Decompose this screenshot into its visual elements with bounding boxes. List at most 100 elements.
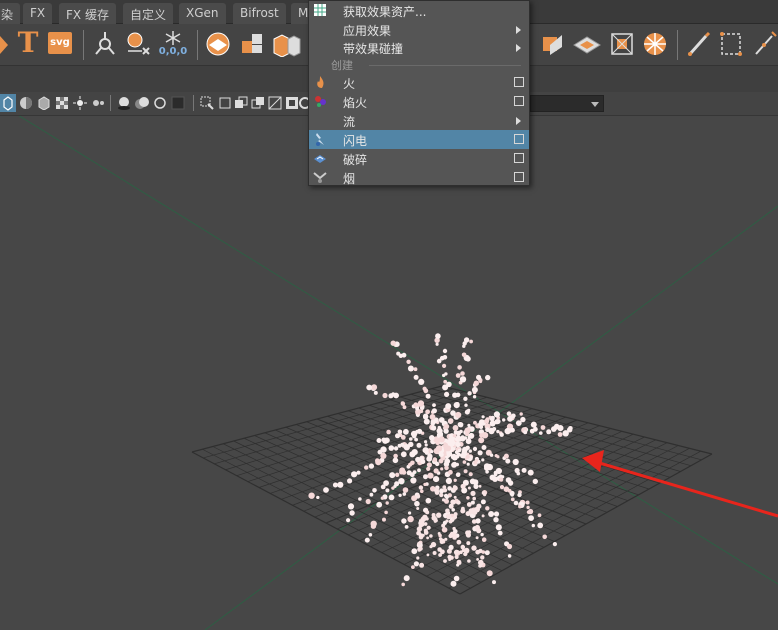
particle xyxy=(470,490,476,496)
bounding-box-icon[interactable] xyxy=(609,31,635,57)
particle xyxy=(463,469,468,474)
particle xyxy=(332,482,338,488)
particle xyxy=(440,467,444,471)
particle xyxy=(499,485,505,490)
camera-dropdown[interactable] xyxy=(530,95,604,112)
sphere-disc-icon[interactable] xyxy=(205,31,231,57)
sphere-grid-icon[interactable] xyxy=(641,30,669,58)
wireframe-cube-icon[interactable] xyxy=(0,94,16,112)
boxes-icon[interactable] xyxy=(272,31,302,57)
menu-item-get-effects-asset[interactable]: 获取效果资产... xyxy=(309,1,529,20)
particle xyxy=(452,425,459,431)
particle xyxy=(390,340,396,346)
snap-tool-icon[interactable] xyxy=(124,30,152,58)
particle xyxy=(400,401,405,406)
particle xyxy=(478,484,482,488)
ep-curve-icon[interactable] xyxy=(719,30,745,58)
submenu-arrow-icon xyxy=(516,26,521,34)
particle xyxy=(409,437,413,441)
option-box-icon[interactable] xyxy=(514,172,524,182)
smooth-shade-icon[interactable] xyxy=(19,96,33,110)
shadows-icon[interactable] xyxy=(117,96,131,110)
isolate-select-icon[interactable] xyxy=(200,96,214,110)
particle xyxy=(466,502,472,507)
particle xyxy=(423,530,429,535)
menu-item-fire[interactable]: 火 xyxy=(309,73,529,92)
shaded-cube-icon[interactable] xyxy=(37,96,51,110)
particle xyxy=(497,530,503,536)
menu-item-effects-collision[interactable]: 带效果碰撞 xyxy=(309,38,529,57)
menu-item-smoke[interactable]: 烟 xyxy=(309,168,529,185)
scene-canvas[interactable] xyxy=(0,116,778,630)
toolbar-separator xyxy=(193,95,194,111)
light-icon[interactable] xyxy=(73,96,87,110)
all-lights-icon[interactable] xyxy=(91,96,105,110)
particle xyxy=(435,342,439,346)
particle xyxy=(349,510,355,516)
locator-tool-icon[interactable] xyxy=(93,30,117,58)
particle xyxy=(446,548,452,554)
menu-item-shatter[interactable]: 破碎 xyxy=(309,149,529,168)
xray-joints-icon[interactable] xyxy=(234,96,248,110)
svg-tool-icon[interactable]: svg xyxy=(48,32,72,54)
layered-plane-icon[interactable] xyxy=(572,33,602,55)
menu-item-label: 焰火 xyxy=(343,96,368,110)
bezier-curve-icon[interactable] xyxy=(752,30,778,58)
text-tool-icon[interactable]: T xyxy=(15,27,41,59)
option-box-icon[interactable] xyxy=(514,153,524,163)
particle xyxy=(466,462,470,466)
particle xyxy=(454,554,459,560)
antialias-icon[interactable] xyxy=(171,96,185,110)
hud-toggle-icon[interactable] xyxy=(285,96,299,110)
particle xyxy=(436,512,442,518)
menu-item-apply-effects[interactable]: 应用效果 xyxy=(309,20,529,39)
particle xyxy=(478,379,483,384)
shelf-partial-icon[interactable] xyxy=(0,32,10,58)
shelf-tab-label: XGen xyxy=(186,6,219,20)
backface-icon[interactable] xyxy=(268,96,282,110)
shelf-tab-rendering[interactable]: 染 xyxy=(0,3,21,24)
particle xyxy=(453,515,458,519)
option-box-icon[interactable] xyxy=(514,77,524,87)
xray-components-icon[interactable] xyxy=(251,96,265,110)
blocks-icon[interactable] xyxy=(240,31,266,57)
particle xyxy=(495,524,502,531)
particle xyxy=(447,554,453,560)
textured-icon[interactable] xyxy=(55,96,69,110)
particle xyxy=(480,555,485,560)
particle xyxy=(427,472,434,479)
particle xyxy=(443,442,447,446)
particle xyxy=(457,561,462,565)
origin-snowflake-icon[interactable]: 0,0,0 xyxy=(156,29,190,61)
screen-space-ao-icon[interactable] xyxy=(135,96,149,110)
pencil-curve-icon[interactable] xyxy=(686,30,712,58)
shelf-tab-custom[interactable]: 自定义 xyxy=(123,3,174,24)
shelf-tab-fx-cache[interactable]: FX 缓存 xyxy=(59,3,116,24)
particle xyxy=(443,493,449,498)
plane-box-icon[interactable] xyxy=(540,31,566,57)
motion-blur-icon[interactable] xyxy=(153,96,167,110)
option-box-icon[interactable] xyxy=(514,96,524,106)
shelf-tab-label: FX xyxy=(30,6,46,20)
particle xyxy=(533,426,538,432)
particle xyxy=(429,534,433,538)
particle xyxy=(417,541,421,546)
particle xyxy=(518,504,522,509)
particle xyxy=(426,553,430,557)
particle xyxy=(442,363,447,368)
menu-item-fireworks[interactable]: 焰火 xyxy=(309,92,529,111)
viewport-3d[interactable] xyxy=(0,116,778,630)
particle xyxy=(430,541,437,548)
shelf-tab-label: M xyxy=(298,6,309,20)
particle xyxy=(413,402,419,408)
shelf-tab-xgen[interactable]: XGen xyxy=(179,3,226,24)
shelf-tab-fx[interactable]: FX xyxy=(23,3,53,24)
particle xyxy=(396,351,401,356)
menu-item-lightning[interactable]: 闪电 xyxy=(309,130,529,149)
menu-item-flow[interactable]: 流 xyxy=(309,111,529,130)
shelf-tab-bifrost[interactable]: Bifrost xyxy=(233,3,286,24)
particle xyxy=(457,365,462,370)
xray-icon[interactable] xyxy=(218,96,232,110)
option-box-icon[interactable] xyxy=(514,134,524,144)
particle xyxy=(537,522,544,529)
